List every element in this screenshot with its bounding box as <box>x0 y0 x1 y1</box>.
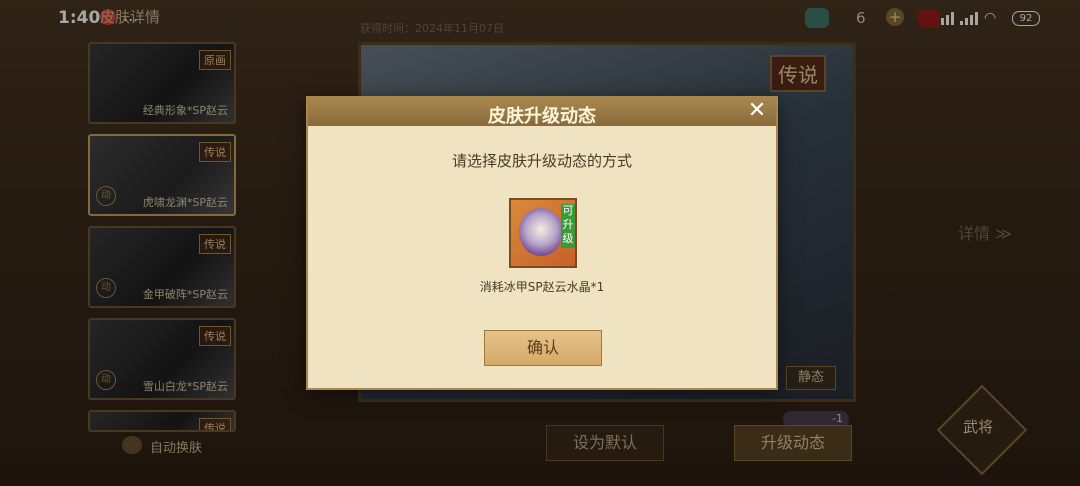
dialog-header: 皮肤升级动态 ✕ <box>308 98 776 127</box>
dialog-title: 皮肤升级动态 <box>488 106 596 127</box>
item-cost-text: 消耗冰甲SP赵云水晶*1 <box>479 280 605 294</box>
confirm-button[interactable]: 确认 <box>484 330 602 366</box>
upgradable-tag: 可升级 <box>561 204 575 248</box>
close-icon[interactable]: ✕ <box>744 98 770 124</box>
crystal-icon <box>519 208 563 256</box>
skin-crystal-item[interactable]: 可升级 <box>509 198 577 268</box>
dialog-subtitle: 请选择皮肤升级动态的方式 <box>451 152 632 170</box>
upgrade-dialog: 皮肤升级动态 ✕ 请选择皮肤升级动态的方式 可升级 消耗冰甲SP赵云水晶*1 确… <box>306 96 778 390</box>
